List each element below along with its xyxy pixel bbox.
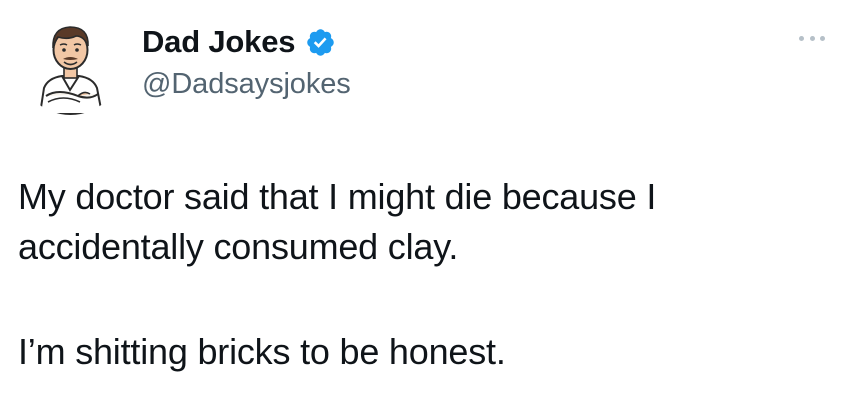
more-dot: [799, 35, 804, 41]
display-name[interactable]: Dad Jokes: [142, 24, 295, 60]
display-name-row[interactable]: Dad Jokes: [142, 20, 336, 64]
avatar[interactable]: [18, 10, 123, 115]
more-options-icon[interactable]: [799, 28, 825, 48]
tweet-text: My doctor said that I might die because …: [18, 172, 818, 377]
tweet-paragraph: I’m shitting bricks to be honest.: [18, 331, 506, 372]
more-dot: [809, 35, 815, 41]
more-dot: [820, 35, 825, 41]
verified-badge-icon: [305, 27, 336, 58]
tweet-paragraph: My doctor said that I might die because …: [18, 176, 657, 267]
user-handle[interactable]: @Dadsaysjokes: [142, 68, 351, 101]
tweet-card: Dad Jokes @Dadsaysjokes My doctor said t…: [0, 0, 845, 414]
cartoon-dad-avatar-icon: [18, 10, 123, 115]
